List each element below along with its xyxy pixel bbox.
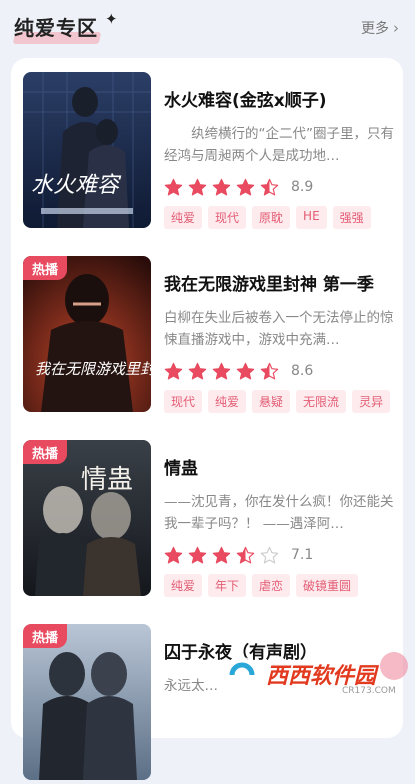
book-cover[interactable]: 水火难容	[23, 72, 151, 228]
tag-list: 纯爱 年下 虐恋 破镜重圆	[164, 574, 394, 597]
star-icon	[164, 362, 183, 379]
section-title-wrap: 纯爱专区	[12, 12, 102, 44]
rating: 7.1	[164, 544, 394, 566]
book-cover[interactable]: 热播	[23, 624, 151, 780]
star-icon	[236, 546, 255, 563]
more-label: 更多	[361, 21, 389, 37]
watermark-sub: CR173.COM	[342, 686, 396, 696]
rating-stars	[164, 178, 284, 197]
hot-badge: 热播	[23, 256, 67, 280]
star-icon	[188, 546, 207, 563]
section-title: 纯爱专区	[14, 16, 98, 40]
tag-chip[interactable]: 无限流	[296, 390, 347, 413]
cover-title: 水火难容	[31, 173, 122, 198]
tag-list: 现代 纯爱 悬疑 无限流 灵异	[164, 390, 394, 413]
tag-chip[interactable]: 强强	[332, 206, 371, 229]
star-icon	[164, 178, 183, 195]
tag-chip[interactable]: 灵异	[352, 390, 391, 413]
list-item[interactable]: 情蛊 热播 情蛊 ——沈见青，你在发什么疯！你还能关我一辈子吗？！ ——遇泽阿……	[23, 440, 394, 600]
item-description: 白柳在失业后被卷入一个无法停止的惊悚直播游戏中，游戏中充满…	[164, 310, 394, 348]
rating-stars	[164, 362, 284, 381]
star-icon	[236, 362, 255, 379]
star-icon	[212, 546, 231, 563]
list-item[interactable]: 我在无限游戏里封神 热播 我在无限游戏里封神 第一季 白柳在失业后被卷入一个无法…	[23, 256, 394, 416]
rating-score: 8.6	[291, 363, 314, 379]
hot-badge: 热播	[23, 624, 67, 648]
tag-chip[interactable]: 虐恋	[252, 574, 291, 597]
rating: 8.6	[164, 360, 394, 382]
chevron-right-icon: ›	[393, 19, 399, 37]
tag-chip[interactable]: HE	[296, 206, 327, 229]
cover-title: 我在无限游戏里封神	[35, 360, 151, 378]
tag-chip[interactable]: 年下	[208, 574, 247, 597]
tag-chip[interactable]: 纯爱	[208, 390, 247, 413]
rating-stars	[164, 546, 284, 565]
section-header: 纯爱专区 ✦ 更多 ›	[0, 0, 415, 56]
tag-chip[interactable]: 现代	[208, 206, 247, 229]
star-icon	[212, 178, 231, 195]
star-icon	[260, 362, 279, 379]
item-title[interactable]: 情蛊	[164, 454, 394, 479]
list-item[interactable]: 水火难容 水火难容(金弦x顺子) 纨绔横行的“企二代”圈子里，只有经鸿与周昶两个…	[23, 72, 394, 232]
star-icon	[260, 178, 279, 195]
item-title[interactable]: 我在无限游戏里封神 第一季	[164, 270, 394, 295]
book-cover[interactable]: 我在无限游戏里封神 热播	[23, 256, 151, 412]
tag-chip[interactable]: 悬疑	[252, 390, 291, 413]
list-item[interactable]: 热播 囚于永夜（有声剧） 永远太…	[23, 624, 393, 784]
star-icon	[236, 178, 255, 195]
tag-chip[interactable]: 现代	[164, 390, 203, 413]
more-button[interactable]: 更多 ›	[361, 18, 399, 38]
rating: 8.9	[164, 176, 394, 198]
book-cover[interactable]: 情蛊 热播	[23, 440, 151, 596]
star-icon	[212, 362, 231, 379]
sparkle-icon: ✦	[105, 10, 118, 28]
watermark-logo: 西西软件园 CR173.COM	[222, 650, 410, 700]
tag-chip[interactable]: 纯爱	[164, 206, 203, 229]
rating-score: 7.1	[291, 547, 314, 563]
hot-badge: 热播	[23, 440, 67, 464]
star-icon	[260, 546, 279, 563]
item-description: ——沈见青，你在发什么疯！你还能关我一辈子吗？！ ——遇泽阿…	[164, 494, 394, 532]
content-panel: 水火难容 水火难容(金弦x顺子) 纨绔横行的“企二代”圈子里，只有经鸿与周昶两个…	[11, 58, 403, 780]
item-title[interactable]: 水火难容(金弦x顺子)	[164, 86, 394, 111]
tag-chip[interactable]: 纯爱	[164, 574, 203, 597]
tag-chip[interactable]: 破镜重圆	[296, 574, 359, 597]
tag-list: 纯爱 现代 原耽 HE 强强	[164, 206, 394, 229]
rating-score: 8.9	[291, 179, 314, 195]
tag-chip[interactable]: 原耽	[252, 206, 291, 229]
item-description: 纨绔横行的“企二代”圈子里，只有经鸿与周昶两个人是成功地…	[164, 126, 394, 164]
star-icon	[164, 546, 183, 563]
star-icon	[188, 362, 207, 379]
star-icon	[188, 178, 207, 195]
cover-title: 情蛊	[81, 465, 133, 495]
